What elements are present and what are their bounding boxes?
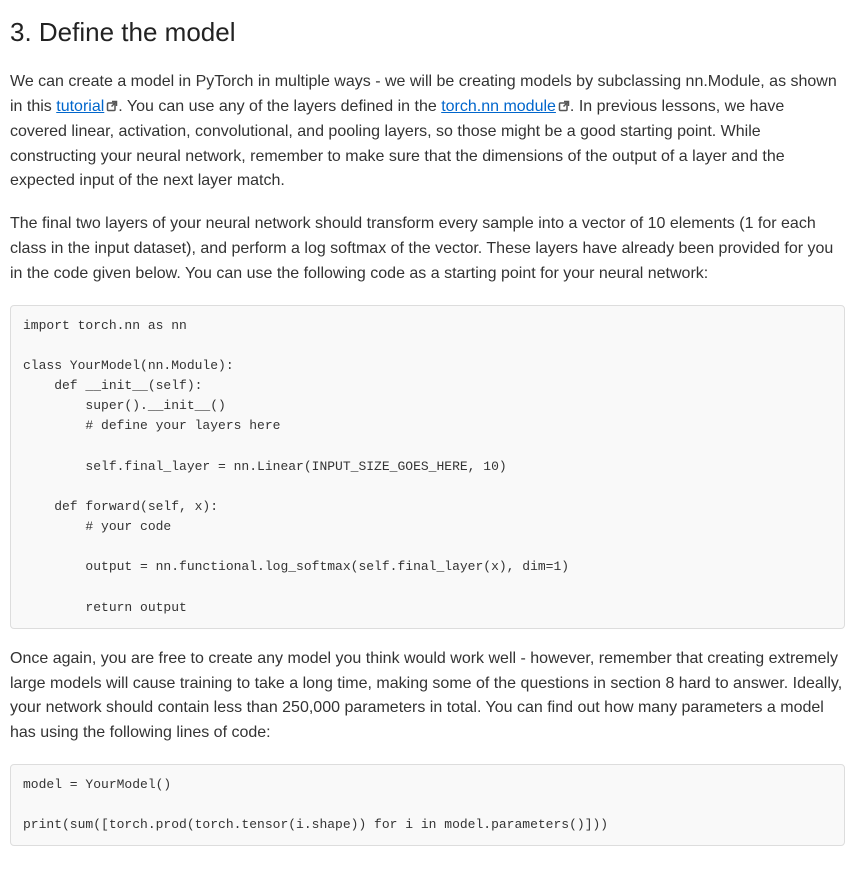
paragraph-1: We can create a model in PyTorch in mult…: [10, 70, 845, 194]
external-link-icon: [106, 96, 118, 108]
paragraph-2: The final two layers of your neural netw…: [10, 212, 845, 286]
external-link-icon: [558, 96, 570, 108]
code-block-model-definition: import torch.nn as nn class YourModel(nn…: [10, 305, 845, 629]
torch-nn-module-link[interactable]: torch.nn module: [441, 98, 556, 115]
para1-text-2: . You can use any of the layers defined …: [118, 98, 441, 115]
section-heading: 3. Define the model: [10, 12, 845, 52]
tutorial-link[interactable]: tutorial: [56, 98, 104, 115]
paragraph-3: Once again, you are free to create any m…: [10, 647, 845, 746]
code-block-param-count: model = YourModel() print(sum([torch.pro…: [10, 764, 845, 846]
